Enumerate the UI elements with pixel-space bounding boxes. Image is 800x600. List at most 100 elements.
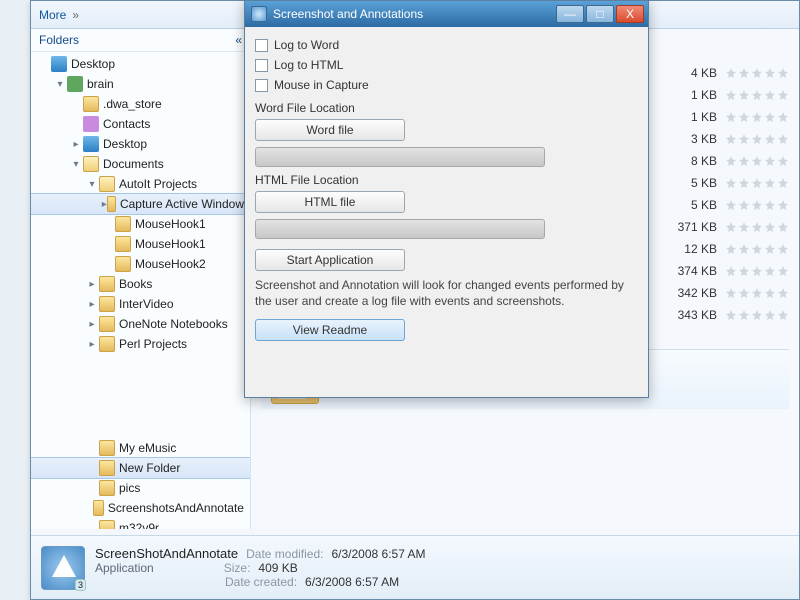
file-size: 374 KB <box>677 264 717 278</box>
rating-stars[interactable] <box>725 243 789 255</box>
tree-node[interactable]: ▸ Perl Projects <box>31 334 250 354</box>
start-application-button[interactable]: Start Application <box>255 249 405 271</box>
file-row[interactable]: 374 KB <box>677 261 789 281</box>
twisty-icon[interactable]: ▸ <box>85 339 99 350</box>
log-to-word-checkbox[interactable] <box>255 39 268 52</box>
tree-node[interactable]: New Folder <box>31 458 250 478</box>
file-row[interactable]: 4 KB <box>677 63 789 83</box>
tree-node[interactable]: MouseHook1 <box>31 214 250 234</box>
file-row[interactable]: 8 KB <box>677 151 789 171</box>
tree-node[interactable]: pics <box>31 478 250 498</box>
details-modified-value: 6/3/2008 6:57 AM <box>331 547 425 561</box>
tree-node[interactable]: m32v9r <box>31 518 250 529</box>
rating-stars[interactable] <box>725 309 789 321</box>
html-file-path[interactable] <box>255 219 545 239</box>
star-icon <box>725 287 737 299</box>
more-link[interactable]: More <box>39 8 66 22</box>
twisty-icon[interactable]: ▾ <box>85 179 99 190</box>
star-icon <box>751 243 763 255</box>
tree-node[interactable]: MouseHook1 <box>31 234 250 254</box>
html-file-button[interactable]: HTML file <box>255 191 405 213</box>
star-icon <box>764 199 776 211</box>
tree-label: AutoIt Projects <box>119 177 197 191</box>
word-file-path[interactable] <box>255 147 545 167</box>
file-row[interactable]: 5 KB <box>677 173 789 193</box>
tree-node[interactable]: .dwa_store <box>31 94 250 114</box>
details-name: ScreenShotAndAnnotate <box>95 546 238 561</box>
tree-node[interactable]: ▸Desktop <box>31 134 250 154</box>
rating-stars[interactable] <box>725 177 789 189</box>
twisty-icon[interactable]: ▸ <box>69 139 83 150</box>
maximize-button[interactable]: □ <box>586 5 614 23</box>
tree-label: .dwa_store <box>103 97 162 111</box>
file-size: 1 KB <box>677 88 717 102</box>
tree-node[interactable]: ▸Capture Active Window <box>31 194 250 214</box>
tree-label: MouseHook1 <box>135 237 206 251</box>
star-icon <box>764 221 776 233</box>
star-icon <box>725 67 737 79</box>
file-row[interactable]: 1 KB <box>677 107 789 127</box>
chevron-right-icon: » <box>72 8 79 22</box>
rating-stars[interactable] <box>725 199 789 211</box>
tree-node[interactable]: Contacts <box>31 114 250 134</box>
rating-stars[interactable] <box>725 155 789 167</box>
folder-icon <box>67 76 83 92</box>
mouse-in-capture-checkbox[interactable] <box>255 79 268 92</box>
rating-stars[interactable] <box>725 89 789 101</box>
star-icon <box>777 309 789 321</box>
tree-label: OneNote Notebooks <box>119 317 228 331</box>
tree-node[interactable]: ScreenshotsAndAnnotate <box>31 498 250 518</box>
tree-node[interactable]: ▾ AutoIt Projects <box>31 174 250 194</box>
file-row[interactable]: 371 KB <box>677 217 789 237</box>
minimize-button[interactable]: — <box>556 5 584 23</box>
application-icon: 3 <box>41 546 85 590</box>
twisty-icon[interactable]: ▾ <box>53 79 67 90</box>
rating-stars[interactable] <box>725 265 789 277</box>
tree-label: m32v9r <box>119 521 159 529</box>
log-to-html-checkbox[interactable] <box>255 59 268 72</box>
close-button[interactable]: X <box>616 5 644 23</box>
file-row[interactable]: 3 KB <box>677 129 789 149</box>
rating-stars[interactable] <box>725 111 789 123</box>
star-icon <box>725 133 737 145</box>
star-icon <box>764 243 776 255</box>
log-to-word-label: Log to Word <box>274 38 339 52</box>
tree-label: Capture Active Window <box>120 197 244 211</box>
tree-node[interactable]: MouseHook2 <box>31 254 250 274</box>
file-row[interactable]: 5 KB <box>677 195 789 215</box>
tree-node[interactable]: ▸ Books <box>31 274 250 294</box>
twisty-icon[interactable]: ▸ <box>85 319 99 330</box>
rating-stars[interactable] <box>725 221 789 233</box>
twisty-icon[interactable]: ▸ <box>85 299 99 310</box>
tree-label: MouseHook1 <box>135 217 206 231</box>
file-row[interactable]: 12 KB <box>677 239 789 259</box>
folder-icon <box>99 520 115 529</box>
twisty-icon[interactable]: ▾ <box>69 159 83 170</box>
tree-node[interactable]: Desktop <box>31 54 250 74</box>
star-icon <box>751 111 763 123</box>
star-icon <box>738 111 750 123</box>
tree-label: Books <box>119 277 152 291</box>
view-readme-button[interactable]: View Readme <box>255 319 405 341</box>
tree-node[interactable]: My eMusic <box>31 438 250 458</box>
rating-stars[interactable] <box>725 287 789 299</box>
details-created-label: Date created: <box>225 575 297 589</box>
sidebar-collapse-icon[interactable]: « <box>235 33 242 47</box>
star-icon <box>751 287 763 299</box>
tree-label: pics <box>119 481 140 495</box>
dialog-titlebar[interactable]: Screenshot and Annotations — □ X <box>245 1 648 27</box>
star-icon <box>738 155 750 167</box>
tree-node[interactable]: ▾Documents <box>31 154 250 174</box>
twisty-icon[interactable]: ▸ <box>85 279 99 290</box>
tree-node[interactable]: ▸ OneNote Notebooks <box>31 314 250 334</box>
rating-stars[interactable] <box>725 67 789 79</box>
file-row[interactable]: 342 KB <box>677 283 789 303</box>
tree-node[interactable]: ▸InterVideo <box>31 294 250 314</box>
tree-node[interactable]: ▾brain <box>31 74 250 94</box>
rating-stars[interactable] <box>725 133 789 145</box>
tree-label: Perl Projects <box>119 337 187 351</box>
word-file-button[interactable]: Word file <box>255 119 405 141</box>
details-type: Application <box>95 561 154 575</box>
file-row[interactable]: 1 KB <box>677 85 789 105</box>
file-row[interactable]: 343 KB <box>677 305 789 325</box>
